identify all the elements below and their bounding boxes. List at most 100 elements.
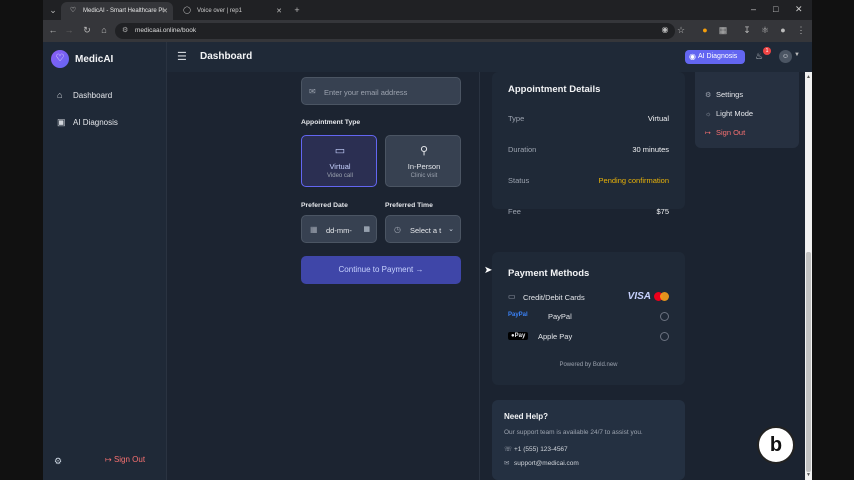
location-icon[interactable]: ◉ [659, 25, 671, 34]
payment-option-apple-pay[interactable]: ●Pay Apple Pay [508, 331, 669, 345]
radio-button[interactable] [660, 332, 669, 341]
site-info-icon[interactable]: ⚙ [122, 26, 128, 34]
chevron-down-icon: ⌄ [448, 226, 454, 233]
avatar[interactable]: ☺ [779, 50, 792, 63]
hamburger-menu-icon[interactable]: ☰ [177, 50, 187, 63]
chevron-down-icon[interactable]: ▼ [794, 52, 800, 58]
scrollbar-thumb[interactable] [806, 252, 811, 472]
payment-methods-title: Payment Methods [508, 268, 590, 279]
sidebar: ♡ MedicAI ⌂ Dashboard ▣ AI Diagnosis ⚙ ↦… [43, 42, 167, 480]
mastercard-icon-overlap [660, 292, 669, 301]
calendar-icon: ▦ [310, 225, 318, 234]
scrollbar[interactable]: ▲ ▼ [805, 72, 812, 480]
profile-icon[interactable]: ● [777, 25, 789, 35]
menu-item-label: Sign Out [716, 128, 746, 137]
menu-item-label: Light Mode [716, 109, 754, 118]
email-text: support@medicai.com [514, 460, 579, 467]
detail-value: Virtual [647, 114, 669, 123]
new-tab-icon[interactable]: + [291, 4, 303, 16]
extension-icon[interactable]: ● [699, 25, 711, 35]
sidebar-item-ai-diagnosis[interactable]: ▣ AI Diagnosis [57, 116, 157, 132]
payment-option-label: Apple Pay [538, 332, 573, 341]
forward-icon[interactable]: → [63, 25, 75, 35]
clock-icon: ◷ [394, 225, 401, 234]
payment-option-paypal[interactable]: PayPal PayPal [508, 311, 669, 325]
scroll-down-icon[interactable]: ▼ [805, 472, 812, 478]
email-field[interactable]: ✉ Enter your email address [301, 77, 461, 105]
sidebar-sign-out-button[interactable]: ↦ Sign Out [105, 455, 145, 464]
user-menu-dropdown: ⚙ Settings ☼ Light Mode ↦ Sign Out [695, 72, 799, 148]
diagnosis-icon: ▣ [57, 117, 66, 127]
tab-bar: ⌄ ♡ MedicAI - Smart Healthcare Pl ✕ ◯ Vo… [43, 0, 812, 20]
menu-item-light-mode[interactable]: ☼ Light Mode [705, 109, 753, 118]
main-content: ✉ Enter your email address Appointment T… [167, 72, 812, 480]
url-text: medicaai.online/book [135, 27, 197, 34]
ai-button-label: AI Diagnosis [698, 53, 738, 60]
help-title: Need Help? [504, 412, 549, 421]
payment-methods-card: Payment Methods ▭ Credit/Debit Cards VIS… [492, 252, 685, 385]
app: ♡ MedicAI ⌂ Dashboard ▣ AI Diagnosis ⚙ ↦… [43, 42, 812, 480]
bell-icon[interactable]: ♨ [755, 51, 763, 62]
paypal-logo: PayPal [508, 312, 528, 318]
reload-icon[interactable]: ↻ [81, 25, 93, 36]
apple-pay-logo-text: Pay [514, 333, 526, 339]
payment-option-card[interactable]: ▭ Credit/Debit Cards VISA [508, 291, 669, 306]
help-phone[interactable]: ☏ +1 (555) 123-4567 [504, 445, 568, 453]
back-icon[interactable]: ← [47, 25, 59, 35]
payment-option-label: Credit/Debit Cards [523, 293, 585, 302]
option-in-person[interactable]: ⚲ In-Person Clinic visit [385, 135, 461, 187]
mail-icon: ✉ [504, 460, 510, 467]
option-title: In-Person [407, 162, 441, 171]
time-select[interactable]: ◷ Select a t ⌄ [385, 215, 461, 243]
close-window-icon[interactable]: ✕ [795, 4, 803, 15]
detail-key: Type [508, 114, 525, 123]
radio-button[interactable] [660, 312, 669, 321]
powered-by: Powered by Bold.new [559, 362, 618, 368]
detail-key: Status [508, 176, 530, 185]
appointment-details-title: Appointment Details [508, 84, 601, 95]
tab-voice[interactable]: ◯ Voice over | rep1 ✕ [175, 2, 287, 20]
home-icon[interactable]: ⌂ [98, 25, 110, 35]
email-placeholder: Enter your email address [324, 88, 408, 97]
page-title: Dashboard [200, 51, 253, 62]
help-email[interactable]: ✉ support@medicai.com [504, 459, 579, 467]
option-subtitle: Video call [327, 173, 353, 179]
close-tab-icon[interactable]: ✕ [162, 7, 168, 15]
globe-icon: ◯ [183, 7, 191, 14]
menu-item-settings[interactable]: ⚙ Settings [705, 90, 743, 99]
continue-to-payment-button[interactable]: Continue to Payment → [301, 256, 461, 284]
calendar-picker-icon[interactable]: ▦ [363, 225, 370, 233]
preferred-time-label: Preferred Time [385, 202, 433, 209]
sign-out-label: Sign Out [113, 455, 146, 464]
date-field[interactable]: ▦ dd-mm- ▦ [301, 215, 377, 243]
tab-medicai[interactable]: ♡ MedicAI - Smart Healthcare Pl ✕ [61, 2, 173, 20]
sun-icon: ☼ [705, 111, 712, 118]
close-tab-icon[interactable]: ✕ [276, 7, 282, 15]
sidebar-item-dashboard[interactable]: ⌂ Dashboard [57, 89, 157, 105]
option-title: Virtual [329, 162, 351, 171]
address-bar: ← → ↻ ⌂ ⚙ medicaai.online/book ◉ ☆ ● ▦ ↧… [43, 20, 812, 42]
lab-icon[interactable]: ⚛ [759, 25, 771, 36]
notification-badge: 1 [763, 47, 771, 55]
option-virtual[interactable]: ▭ Virtual Video call [301, 135, 377, 187]
status-badge: Pending confirmation [598, 176, 669, 185]
browser-window: ⌄ ♡ MedicAI - Smart Healthcare Pl ✕ ◯ Vo… [43, 0, 812, 480]
minimize-icon[interactable]: – [751, 4, 756, 14]
credit-card-icon: ▭ [508, 292, 516, 301]
bookmark-star-icon[interactable]: ☆ [675, 25, 687, 36]
scroll-up-icon[interactable]: ▲ [805, 74, 812, 80]
top-bar: ☰ Dashboard ◉ AI Diagnosis ♨ 1 ☺ ▼ [167, 42, 812, 72]
brain-icon: ◉ [689, 52, 696, 61]
ai-diagnosis-button[interactable]: ◉ AI Diagnosis [685, 50, 745, 64]
tab-search-icon[interactable]: ⌄ [47, 4, 59, 16]
detail-key: Duration [508, 145, 537, 154]
url-field[interactable]: ⚙ medicaai.online/book [115, 23, 675, 39]
menu-item-sign-out[interactable]: ↦ Sign Out [705, 128, 745, 137]
watermark-badge-icon: b [757, 426, 795, 464]
puzzle-icon[interactable]: ▦ [717, 25, 729, 36]
download-icon[interactable]: ↧ [741, 25, 753, 36]
settings-gear-icon[interactable]: ⚙ [54, 456, 62, 467]
menu-dots-icon[interactable]: ⋮ [795, 25, 807, 36]
preferred-date-label: Preferred Date [301, 202, 348, 209]
maximize-icon[interactable]: □ [773, 4, 778, 14]
